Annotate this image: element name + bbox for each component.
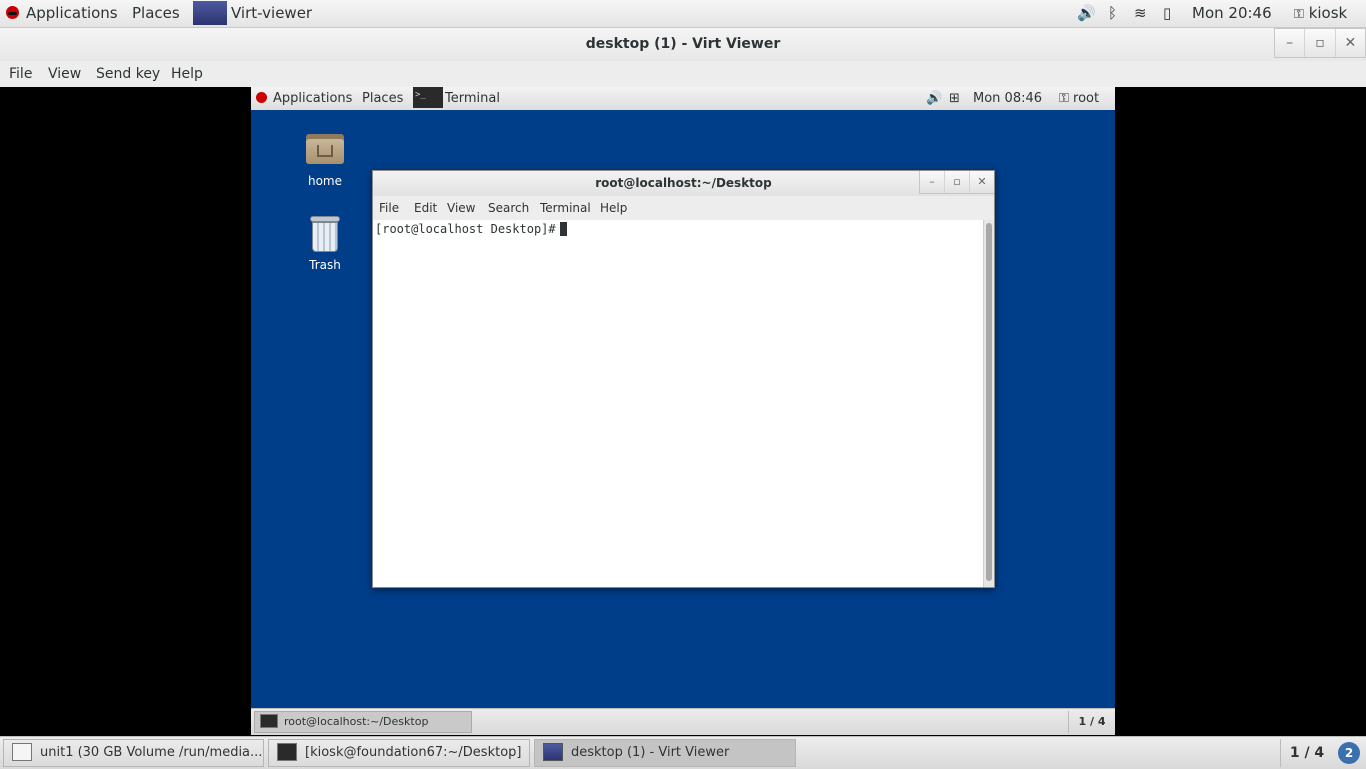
minimize-button[interactable]: – [1275, 29, 1304, 57]
redhat-logo-icon [256, 92, 267, 103]
battery-icon[interactable]: ▯ [1163, 0, 1171, 27]
terminal-window-controls: – ▫ ✕ [919, 171, 994, 194]
home-folder-icon [306, 132, 344, 164]
guest-clock[interactable]: Mon 08:46 [973, 87, 1042, 110]
close-button[interactable]: ✕ [1334, 29, 1365, 57]
guest-network-icon[interactable]: ⊞ [949, 87, 960, 110]
desktop-icon-label: Trash [309, 258, 341, 272]
redhat-logo-icon [6, 6, 19, 19]
trash-icon [310, 216, 340, 252]
scrollbar-thumb[interactable] [986, 223, 992, 581]
places-menu[interactable]: Places [132, 0, 180, 27]
active-app-virt-viewer[interactable]: Virt-viewer [193, 0, 312, 27]
terminal-menu-help[interactable]: Help [600, 196, 627, 220]
maximize-button[interactable]: ▫ [1304, 29, 1334, 57]
clock[interactable]: Mon 20:46 [1192, 0, 1272, 27]
user-menu[interactable]: ⚿ kiosk [1294, 0, 1347, 27]
applications-menu[interactable]: Applications [6, 0, 118, 27]
host-workspace-indicator[interactable]: 1 / 4 [1280, 739, 1333, 767]
terminal-menu-view[interactable]: View [447, 196, 475, 220]
viewer-menubar: File View Send key Help [0, 61, 1366, 87]
guest-user-menu[interactable]: ⚿ root [1059, 87, 1099, 110]
terminal-icon [413, 87, 443, 108]
desktop-icon-trash[interactable]: Trash [290, 216, 360, 272]
virt-viewer-icon [543, 742, 563, 761]
menu-help[interactable]: Help [171, 61, 203, 87]
terminal-output[interactable]: [root@localhost Desktop]# [373, 220, 983, 587]
guest-bottom-panel: root@localhost:~/Desktop 1 / 4 [251, 708, 1115, 735]
menu-send-key[interactable]: Send key [96, 61, 160, 87]
host-bottom-panel: unit1 (30 GB Volume /run/media... [kiosk… [0, 736, 1366, 769]
volume-icon[interactable]: 🔊 [1077, 0, 1096, 27]
terminal-window[interactable]: root@localhost:~/Desktop – ▫ ✕ File Edit… [372, 170, 995, 588]
shell-prompt: [root@localhost Desktop]# [375, 221, 567, 237]
guest-applications-menu[interactable]: Applications [256, 87, 352, 110]
guest-places-menu[interactable]: Places [362, 87, 403, 110]
guest-active-app[interactable]: Terminal [413, 87, 500, 110]
terminal-icon [260, 714, 278, 728]
terminal-close-button[interactable]: ✕ [969, 171, 994, 193]
menu-file[interactable]: File [9, 61, 32, 87]
user-icon: ⚿ [1059, 91, 1069, 106]
terminal-menu-search[interactable]: Search [488, 196, 529, 220]
window-titlebar[interactable]: desktop (1) - Virt Viewer [0, 28, 1366, 61]
notification-badge[interactable]: 2 [1338, 742, 1360, 764]
host-task-terminal[interactable]: [kiosk@foundation67:~/Desktop] [268, 739, 530, 767]
bluetooth-icon[interactable]: ᛒ [1108, 0, 1117, 27]
text-editor-icon [12, 742, 32, 761]
terminal-maximize-button[interactable]: ▫ [944, 171, 969, 193]
terminal-menu-edit[interactable]: Edit [414, 196, 437, 220]
terminal-menu-file[interactable]: File [379, 196, 399, 220]
text-cursor [559, 221, 567, 236]
guest-volume-icon[interactable]: 🔊 [926, 87, 942, 110]
terminal-icon [277, 742, 297, 761]
terminal-scrollbar[interactable] [983, 220, 994, 587]
window-controls: – ▫ ✕ [1274, 28, 1366, 58]
host-top-panel: Applications Places Virt-viewer 🔊 ᛒ ≋ ▯ … [0, 0, 1366, 28]
user-icon: ⚿ [1294, 7, 1304, 22]
guest-display[interactable]: Applications Places Terminal 🔊 ⊞ Mon 08:… [251, 87, 1115, 735]
guest-top-panel: Applications Places Terminal 🔊 ⊞ Mon 08:… [251, 87, 1115, 110]
guest-task-terminal[interactable]: root@localhost:~/Desktop [254, 711, 472, 733]
desktop-icon-home[interactable]: home [290, 132, 360, 188]
wifi-icon[interactable]: ≋ [1134, 0, 1147, 27]
terminal-minimize-button[interactable]: – [920, 171, 944, 193]
terminal-menu-terminal[interactable]: Terminal [540, 196, 591, 220]
host-task-virt-viewer[interactable]: desktop (1) - Virt Viewer [534, 739, 796, 767]
menu-view[interactable]: View [48, 61, 81, 87]
virt-viewer-icon [193, 0, 227, 25]
desktop-icon-label: home [307, 174, 343, 188]
terminal-title[interactable]: root@localhost:~/Desktop [373, 171, 994, 196]
terminal-menubar: File Edit View Search Terminal Help [373, 196, 994, 220]
host-task-text-editor[interactable]: unit1 (30 GB Volume /run/media... [3, 739, 264, 767]
guest-workspace-indicator[interactable]: 1 / 4 [1068, 711, 1115, 733]
window-title: desktop (1) - Virt Viewer [585, 36, 781, 52]
